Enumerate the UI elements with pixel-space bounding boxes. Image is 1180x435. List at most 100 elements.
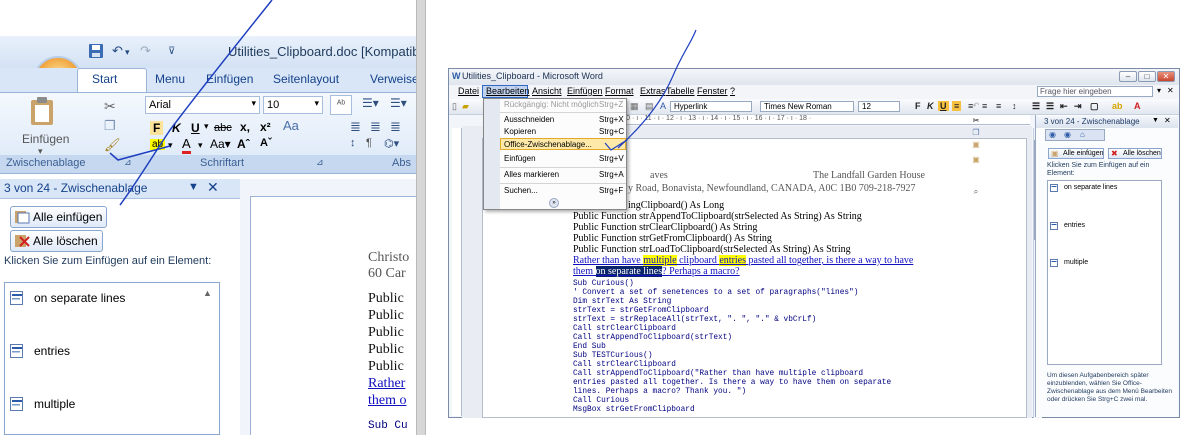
expand-menu-icon[interactable]: » (549, 198, 559, 208)
shading-icon[interactable]: ⌬▾ (384, 137, 399, 150)
change-case-icon[interactable]: Aa (283, 118, 299, 133)
align-right-icon[interactable]: ≣ (390, 119, 401, 135)
align-left-icon[interactable]: ≡ (952, 101, 962, 111)
minimize-button[interactable]: – (1119, 71, 1137, 82)
menu-file[interactable]: Datei (458, 86, 479, 96)
clear-format-icon[interactable]: ᴬᵇ (330, 95, 352, 115)
clear-all-button[interactable]: ✖ Alle löschen (1108, 148, 1162, 159)
paste-button[interactable]: Einfügen ▾ (8, 96, 78, 156)
copy-icon[interactable]: ❐ (104, 118, 116, 134)
open-icon[interactable]: ▰ (462, 101, 469, 112)
clipboard-item[interactable]: entries (1050, 222, 1150, 232)
font-launcher-icon[interactable]: ⊿ (316, 157, 324, 168)
paste-all-button[interactable]: Alle einfügen (10, 206, 108, 228)
style-combo[interactable]: Hyperlink (670, 101, 752, 112)
font-color-dropdown-icon[interactable]: ▾ (198, 140, 203, 151)
tab-insert[interactable]: Einfügen (206, 72, 253, 86)
menu-item-copy[interactable]: ❐ Kopieren Strg+C (484, 126, 980, 138)
justify-icon[interactable]: ≡ (996, 101, 1001, 111)
shrink-font-icon[interactable]: Aˇ (260, 137, 272, 149)
clipboard-item[interactable]: multiple (10, 396, 160, 414)
outdent-icon[interactable]: ⇤ (1060, 101, 1068, 112)
font-color-icon[interactable]: A (182, 137, 191, 154)
menu-edit[interactable]: Bearbeiten (486, 86, 530, 96)
menu-tools[interactable]: Extras (640, 86, 666, 96)
toolbar-icon[interactable]: ▤ (645, 101, 654, 112)
change-case-icon[interactable]: Aa▾ (210, 137, 231, 151)
menu-item-office-clipboard[interactable]: ▣ Office-Zwischenablage... (484, 139, 980, 151)
line-spacing-icon[interactable]: ↕ (350, 137, 356, 149)
grow-font-icon[interactable]: Aˆ (237, 137, 250, 151)
toolbar-icon[interactable]: ▦ (630, 101, 639, 112)
superscript-icon[interactable]: x² (260, 120, 271, 134)
menu-item-select-all[interactable]: Alles markieren Strg+A (484, 169, 626, 181)
numbering-icon[interactable]: ☰ (1032, 101, 1040, 112)
menu-item-find[interactable]: ⌕ Suchen... Strg+F (484, 185, 978, 197)
taskpane-options-icon[interactable]: ▼ (1152, 117, 1159, 124)
font-size-combo[interactable]: 10 ▾ (263, 96, 323, 114)
back-icon[interactable]: ◉ (1049, 130, 1056, 139)
clipboard-item[interactable]: multiple (1050, 259, 1150, 269)
scroll-up-icon[interactable]: ▲ (203, 288, 212, 298)
align-center-icon[interactable]: ≣ (370, 119, 381, 135)
line-spacing-icon[interactable]: ↕ (1012, 101, 1017, 111)
align-left-icon[interactable]: ≣ (350, 119, 361, 135)
tab-references[interactable]: Verweise (370, 72, 416, 86)
menu-item-undo[interactable]: ↶ Rückgängig: Nicht möglich Strg+Z (484, 99, 979, 111)
redo-icon[interactable]: ↷ (140, 43, 158, 59)
underline-icon[interactable]: U (938, 101, 949, 111)
menu-item-paste[interactable]: ▣ Einfügen Strg+V (484, 153, 980, 165)
paste-all-button[interactable]: ▣ Alle einfügen (1048, 148, 1105, 159)
help-dropdown-icon[interactable]: ▾ (1157, 86, 1161, 95)
close-icon[interactable]: ✕ (207, 179, 219, 196)
bullets-icon[interactable]: ☰▾ (362, 96, 379, 110)
close-window-button[interactable]: ✕ (1157, 71, 1175, 82)
italic-icon[interactable]: K (927, 101, 934, 111)
menu-format[interactable]: Format (605, 86, 634, 96)
quickaccess-menu-icon[interactable]: ⊽ (168, 46, 186, 62)
bold-icon[interactable]: F (915, 101, 921, 111)
tab-menu[interactable]: Menu (155, 72, 185, 86)
highlight-icon[interactable]: ab (150, 139, 166, 150)
maximize-button[interactable]: □ (1138, 71, 1156, 82)
close-doc-icon[interactable]: ✕ (1167, 86, 1174, 95)
clipboard-item[interactable]: on separate lines (1050, 184, 1150, 194)
menu-table[interactable]: Tabelle (666, 86, 695, 96)
forward-icon[interactable]: ◉ (1064, 130, 1071, 139)
menu-item-cut[interactable]: ✂ Ausschneiden Strg+X (484, 114, 979, 126)
highlight-dropdown-icon[interactable]: ▾ (168, 140, 173, 151)
cut-icon[interactable]: ✂ (104, 98, 116, 115)
bold-icon[interactable]: F (150, 121, 164, 135)
align-right-icon[interactable]: ≡ (982, 101, 987, 111)
underline-icon[interactable]: U (191, 121, 200, 135)
font-color-icon[interactable]: A (1134, 101, 1141, 111)
clipboard-item[interactable]: on separate lines (10, 290, 160, 308)
menu-window[interactable]: Fenster (697, 86, 728, 96)
subscript-icon[interactable]: x, (240, 120, 250, 134)
menu-insert[interactable]: Einfügen (567, 86, 603, 96)
border-icon[interactable]: ▢ (1090, 101, 1099, 112)
tab-start[interactable]: Start (92, 72, 117, 86)
close-icon[interactable]: ✕ (1164, 116, 1171, 125)
format-painter-icon[interactable]: 🖌 (104, 137, 121, 153)
taskpane-options-icon[interactable]: ▼ (188, 181, 199, 193)
italic-icon[interactable]: K (172, 121, 181, 135)
menu-help[interactable]: ? (730, 86, 735, 96)
save-icon[interactable] (88, 43, 106, 59)
underline-dropdown-icon[interactable]: ▾ (204, 121, 209, 132)
numbering-icon[interactable]: ☰▾ (390, 96, 407, 110)
help-search-input[interactable]: Frage hier eingeben (1037, 86, 1153, 97)
clipboard-item[interactable]: entries (10, 343, 160, 361)
home-icon[interactable]: ⌂ (1080, 130, 1085, 139)
tab-page-layout[interactable]: Seitenlayout (273, 72, 339, 86)
style-icon[interactable]: A (660, 101, 666, 111)
new-doc-icon[interactable]: ▯ (452, 101, 457, 112)
strikethrough-icon[interactable]: abc (214, 122, 232, 134)
clipboard-launcher-icon[interactable]: ⊿ (124, 157, 132, 168)
menu-view[interactable]: Ansicht (532, 86, 562, 96)
font-name-combo[interactable]: Arial ▾ (145, 96, 260, 114)
font-combo[interactable]: Times New Roman (760, 101, 854, 112)
pilcrow-icon[interactable]: ¶ (366, 137, 372, 149)
bullets-icon[interactable]: ☰ (1046, 101, 1054, 112)
highlight-icon[interactable]: ab (1112, 101, 1123, 111)
